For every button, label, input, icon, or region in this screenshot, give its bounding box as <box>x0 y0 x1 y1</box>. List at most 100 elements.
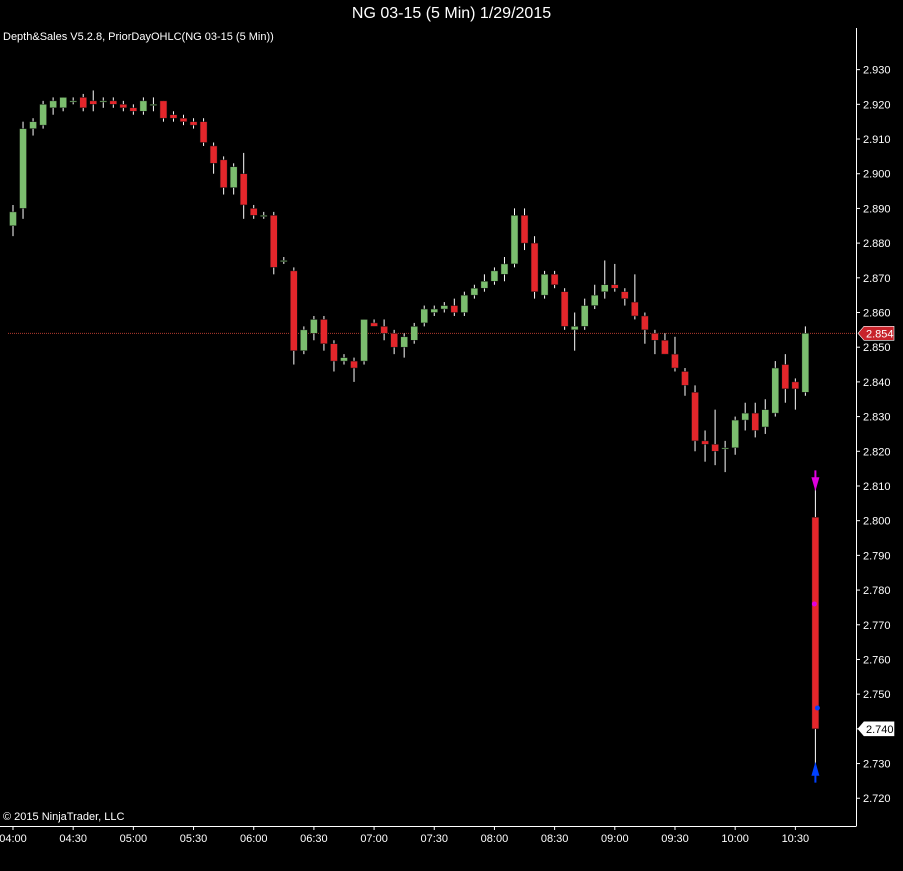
candle-body <box>611 284 619 289</box>
candle-body <box>330 343 338 362</box>
candle-body <box>249 208 258 216</box>
candle-body <box>370 322 378 327</box>
candle-body <box>280 260 288 262</box>
y-tick-label: 2.800 <box>863 516 891 528</box>
candle-body <box>29 121 37 129</box>
candle-body <box>691 392 699 442</box>
candle-body <box>340 357 348 362</box>
candle-body <box>781 364 790 390</box>
y-tick-label: 2.720 <box>863 793 891 805</box>
x-tick-label: 08:30 <box>541 833 569 845</box>
candle-body <box>350 360 358 369</box>
x-tick-label: 06:00 <box>240 833 268 845</box>
x-tick-label: 05:30 <box>180 833 208 845</box>
prior-close-price-label: 2.854 <box>866 328 894 340</box>
candle-body <box>631 301 639 317</box>
candle-body <box>189 121 198 126</box>
candles-layer <box>9 90 820 768</box>
y-tick-label: 2.860 <box>863 308 891 320</box>
y-tick-label: 2.890 <box>863 203 891 215</box>
y-tick-label: 2.870 <box>863 273 891 285</box>
x-tick-label: 04:00 <box>0 833 27 845</box>
candle-body <box>500 263 509 275</box>
candle-body <box>239 173 248 206</box>
candle-body <box>480 281 489 289</box>
candle-body <box>651 333 659 341</box>
candle-body <box>119 104 128 109</box>
y-tick-label: 2.850 <box>863 342 891 354</box>
candle-body <box>490 270 499 282</box>
candle-body <box>681 371 689 386</box>
candle-body <box>570 326 579 331</box>
candle-body <box>199 121 208 143</box>
chart-title: NG 03-15 (5 Min) 1/29/2015 <box>351 5 552 22</box>
last-price-label: 2.740 <box>866 724 894 736</box>
candle-body <box>731 419 739 449</box>
candle-body <box>590 294 599 306</box>
candle-body <box>460 294 469 313</box>
x-tick-label: 05:00 <box>120 833 148 845</box>
y-tick-label: 2.730 <box>863 759 891 771</box>
candle-body <box>99 100 108 103</box>
x-tick-label: 10:00 <box>721 833 749 845</box>
candle-body <box>721 447 729 450</box>
y-tick-label: 2.930 <box>863 65 891 77</box>
candle-body <box>761 409 769 428</box>
candle-body <box>711 444 719 452</box>
candle-body <box>641 315 649 331</box>
x-tick-label: 07:00 <box>360 833 388 845</box>
candle-body <box>801 333 810 393</box>
candle-body <box>59 97 67 109</box>
copyright-notice: © 2015 NinjaTrader, LLC <box>3 811 125 823</box>
x-tick-label: 06:30 <box>300 833 328 845</box>
candle-body <box>701 440 709 445</box>
vwap-dot <box>811 601 817 607</box>
candle-body <box>450 305 459 313</box>
candle-body <box>320 319 328 344</box>
x-tick-label: 04:30 <box>59 833 87 845</box>
candle-body <box>540 274 549 296</box>
y-tick-label: 2.750 <box>863 689 891 701</box>
price-chart[interactable]: 2.930 2.920 2.910 2.900 2.890 2.880 2.870 2.860… <box>0 28 903 871</box>
candle-body <box>741 412 749 421</box>
candle-body <box>39 104 47 126</box>
x-tick-label: 10:30 <box>782 833 810 845</box>
candle-body <box>109 100 118 105</box>
candle-body <box>430 308 439 313</box>
y-tick-label: 2.780 <box>863 585 891 597</box>
candle-body <box>139 100 148 112</box>
candle-body <box>169 114 178 119</box>
candle-body <box>560 291 569 327</box>
candle-body <box>530 242 539 292</box>
candle-body <box>580 305 589 327</box>
bid-dot <box>814 705 820 711</box>
candle-body <box>300 329 308 351</box>
candle-body <box>440 305 449 310</box>
candle-body <box>390 333 398 348</box>
candle-body <box>400 336 408 348</box>
y-tick-label: 2.910 <box>863 134 891 146</box>
y-tick-label: 2.900 <box>863 169 891 181</box>
y-tick-label: 2.820 <box>863 446 891 458</box>
candle-body <box>229 166 238 188</box>
candle-body <box>209 145 218 164</box>
candle-body <box>811 516 820 730</box>
y-tick-label: 2.840 <box>863 377 891 389</box>
y-tick-label: 2.920 <box>863 99 891 111</box>
candle-body <box>219 159 228 188</box>
candle-body <box>771 367 780 414</box>
candle-body <box>410 326 418 341</box>
x-tick-label: 07:30 <box>420 833 448 845</box>
candle-body <box>671 353 679 369</box>
y-tick-label: 2.810 <box>863 481 891 493</box>
candle-body <box>470 287 479 296</box>
candle-body <box>159 100 168 119</box>
candle-body <box>49 100 57 109</box>
candle-body <box>791 381 800 390</box>
candle-body <box>9 211 17 227</box>
candle-body <box>260 215 268 217</box>
candle-body <box>751 412 759 431</box>
y-tick-label: 2.880 <box>863 238 891 250</box>
y-tick-label: 2.760 <box>863 654 891 666</box>
x-tick-label: 08:00 <box>481 833 509 845</box>
